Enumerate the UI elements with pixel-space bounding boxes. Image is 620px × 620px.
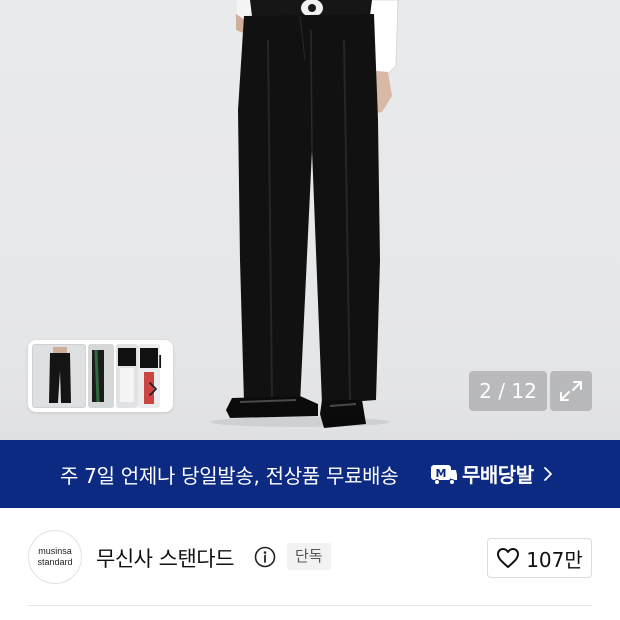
promo-badge-label: 무배당발 [462, 463, 534, 487]
exclusive-badge: 단독 [287, 543, 331, 570]
divider [28, 605, 592, 606]
like-count: 107만 [526, 547, 583, 572]
chevron-right-icon[interactable] [144, 380, 162, 398]
brand-logo-line2: standard [37, 557, 73, 567]
free-shipping-banner[interactable]: 주 7일 언제나 당일발송, 전상품 무료배송 M 무배당발 [0, 440, 620, 508]
image-counter: 2 / 12 [469, 371, 547, 411]
brand-logo[interactable]: musinsa standard [28, 530, 82, 584]
fullscreen-button[interactable] [550, 371, 592, 411]
thumbnail-image[interactable] [116, 344, 138, 408]
brand-row: musinsa standard 무신사 스탠다드 단독 107만 [0, 508, 620, 603]
ai-similar-items-panel[interactable] [28, 340, 173, 412]
truck-m-icon: M [431, 465, 457, 485]
brand-name[interactable]: 무신사 스탠다드 [96, 543, 234, 573]
svg-text:M: M [436, 467, 447, 480]
thumbnail-image[interactable] [88, 344, 114, 408]
chevron-right-icon [544, 467, 552, 481]
info-icon[interactable] [254, 546, 276, 568]
like-button[interactable]: 107만 [487, 538, 592, 578]
thumbnail-image[interactable] [32, 344, 86, 408]
heart-icon [497, 548, 520, 568]
product-image-gallery[interactable]: AI 2 / 12 [0, 0, 620, 440]
promo-text: 주 7일 언제나 당일발송, 전상품 무료배송 [60, 464, 399, 488]
brand-logo-line1: musinsa [38, 546, 72, 556]
expand-icon [560, 381, 582, 401]
ai-label[interactable]: AI [142, 352, 166, 373]
